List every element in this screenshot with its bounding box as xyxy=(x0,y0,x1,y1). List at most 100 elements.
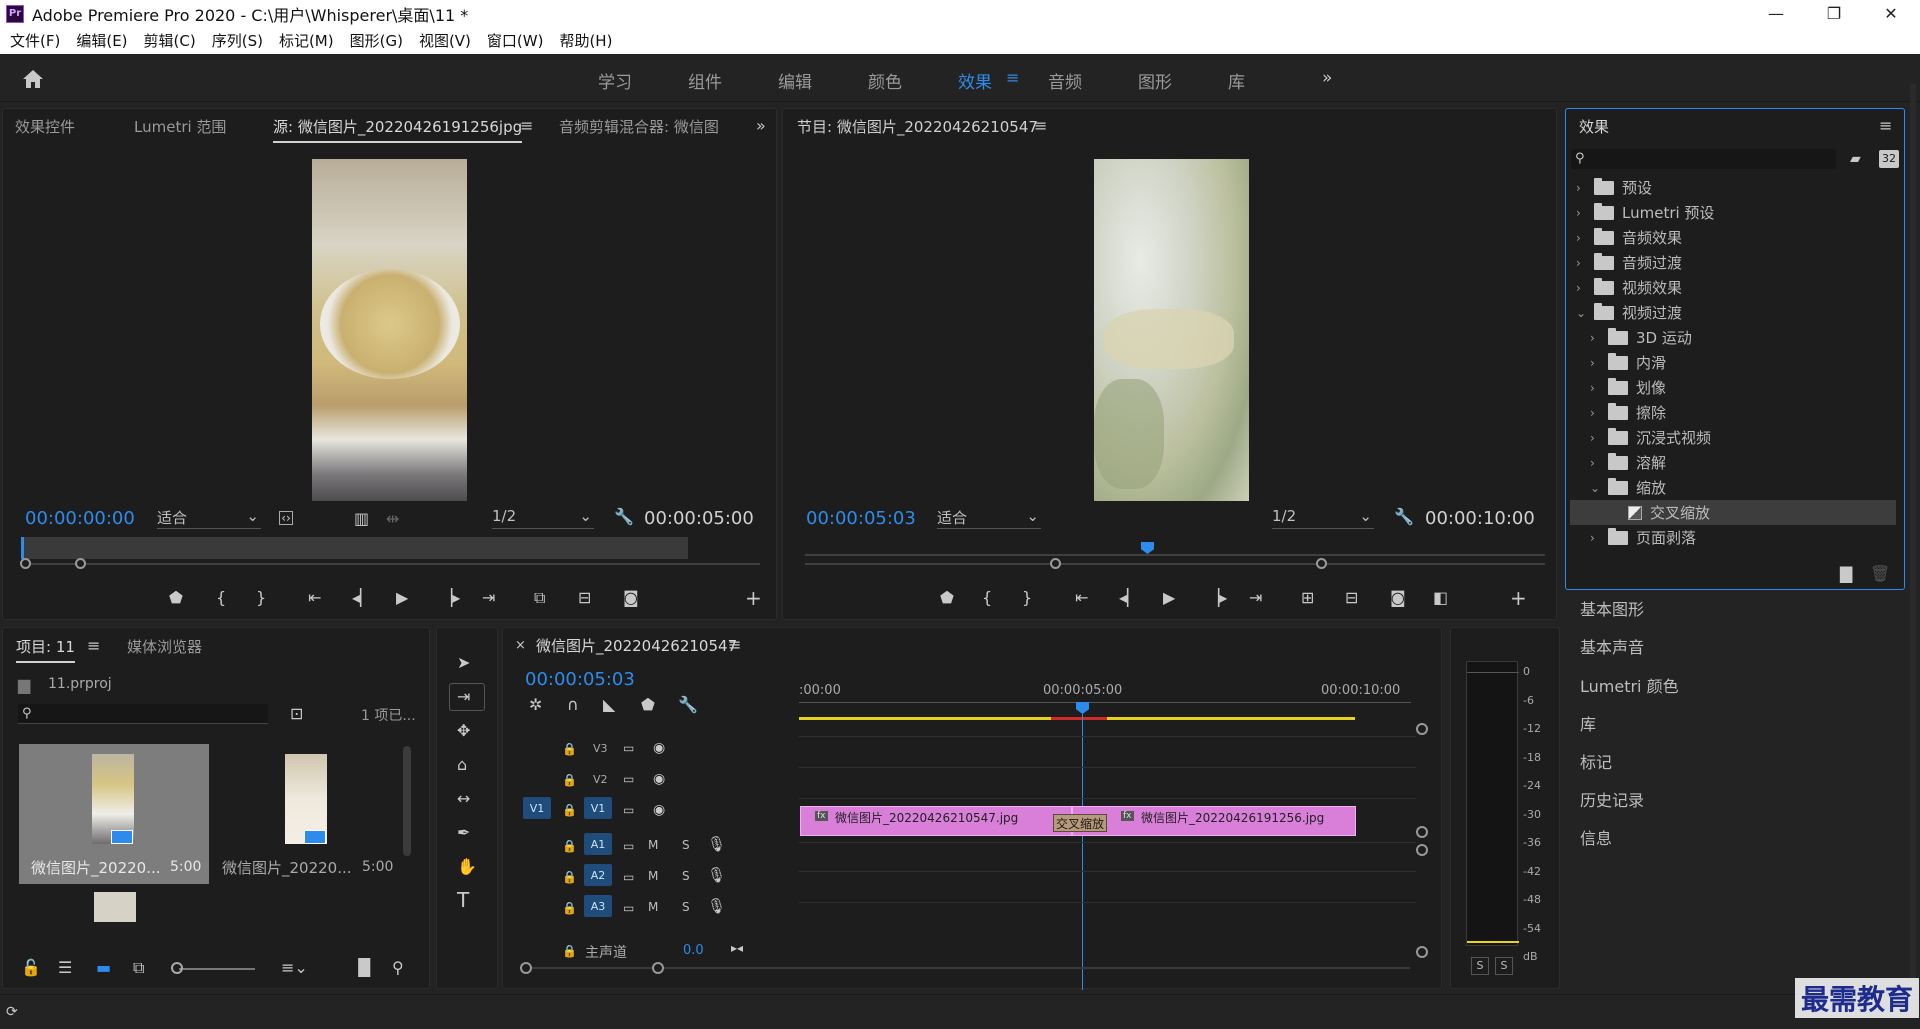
accelerated-effects-icon[interactable]: ▰ xyxy=(1850,151,1861,167)
program-fit-dropdown[interactable]: 适合 ⌄ xyxy=(937,507,1041,529)
sync-lock-icon[interactable]: ▭ xyxy=(623,838,634,854)
project-item-partial[interactable] xyxy=(19,886,209,922)
go-to-out-icon[interactable]: ⇥ xyxy=(482,590,495,606)
sync-lock-icon[interactable]: ▭ xyxy=(623,802,634,818)
menu-view[interactable]: 视图(V) xyxy=(419,30,471,51)
panel-menu-icon[interactable]: ≡ xyxy=(87,638,100,654)
go-to-in-icon[interactable]: ⇤ xyxy=(1075,590,1088,606)
vertical-scroll-handle[interactable] xyxy=(1416,844,1428,856)
program-current-timecode[interactable]: 00:00:05:03 xyxy=(806,508,916,529)
tab-audio-clip-mixer[interactable]: 音频剪辑混合器: 微信图 xyxy=(559,116,729,137)
tab-lumetri-scopes[interactable]: Lumetri 范围 xyxy=(134,116,226,137)
lock-icon[interactable]: 🔒 xyxy=(562,772,577,788)
vertical-scroll-handle[interactable] xyxy=(1416,946,1428,958)
microphone-icon[interactable]: 🎙 xyxy=(707,867,726,883)
export-icon[interactable]: ▥ xyxy=(354,511,369,527)
insert-clip-icon[interactable]: ⧉ xyxy=(534,590,545,606)
source-fit-dropdown[interactable]: 适合 ⌄ xyxy=(157,507,261,529)
camera-icon[interactable]: ◙ xyxy=(623,590,639,606)
effects-tree-item[interactable]: › 沉浸式视频 xyxy=(1570,425,1896,450)
workspace-overflow-icon[interactable]: » xyxy=(1322,68,1332,88)
play-icon[interactable]: ▶ xyxy=(1163,590,1175,606)
search-icon[interactable]: ⚲ xyxy=(392,960,404,976)
step-forward-icon[interactable]: ▕▸ xyxy=(1207,590,1227,606)
step-back-icon[interactable]: ◂▏ xyxy=(352,590,372,606)
timeline-playhead-head[interactable] xyxy=(1076,702,1089,714)
tab-project[interactable]: 项目: 11 xyxy=(16,636,75,663)
workspace-assembly[interactable]: 组件 xyxy=(688,68,722,93)
track-select-tool-icon[interactable]: ⇥ xyxy=(457,689,470,705)
program-time-ruler[interactable] xyxy=(805,554,1545,556)
window-scrollbar[interactable] xyxy=(1910,84,1916,984)
timeline-timecode[interactable]: 00:00:05:03 xyxy=(525,669,635,690)
solo-button[interactable]: S xyxy=(682,869,690,883)
extract-icon[interactable]: ⊟ xyxy=(1345,590,1358,606)
sync-lock-icon[interactable]: ▭ xyxy=(623,740,634,756)
mark-out-icon[interactable]: } xyxy=(256,590,266,606)
new-bin-icon[interactable]: ▇ xyxy=(1840,566,1852,582)
automate-to-sequence-icon[interactable]: ▐▌ xyxy=(352,960,377,976)
home-icon[interactable] xyxy=(21,68,45,90)
zoom-handle-left[interactable] xyxy=(20,558,31,569)
workspace-learning[interactable]: 学习 xyxy=(598,68,632,93)
effects-tree-item[interactable]: › 预设 xyxy=(1570,175,1896,200)
wrench-icon[interactable]: 🔧 xyxy=(678,697,698,713)
maximize-button[interactable]: ❐ xyxy=(1805,0,1863,27)
track-target-v1[interactable]: V1 xyxy=(584,797,612,819)
chevron-right-icon[interactable]: › xyxy=(1590,456,1608,470)
side-panel-essential-sound[interactable]: 基本声音 xyxy=(1580,634,1910,658)
lock-icon[interactable]: 🔒 xyxy=(562,943,577,959)
solo-button[interactable]: S xyxy=(682,838,690,852)
menu-sequence[interactable]: 序列(S) xyxy=(212,30,263,51)
add-marker-icon[interactable]: ⬟ xyxy=(940,590,954,606)
sync-lock-icon[interactable]: ▭ xyxy=(623,771,634,787)
track-target-a1[interactable]: A1 xyxy=(584,833,612,855)
ripple-edit-tool-icon[interactable]: ✥ xyxy=(457,723,470,739)
go-to-out-icon[interactable]: ⇥ xyxy=(1249,590,1262,606)
effects-tree-item[interactable]: › 内滑 xyxy=(1570,350,1896,375)
program-monitor-title[interactable]: 节目: 微信图片_20220426210547 xyxy=(797,116,1038,137)
source-zoom-bar[interactable] xyxy=(25,563,760,565)
project-item-selected[interactable]: 微信图片_20220... 5:00 xyxy=(19,744,209,884)
icon-view-icon[interactable]: ▬ xyxy=(96,960,111,976)
selection-tool-icon[interactable]: ➤ xyxy=(457,655,470,671)
chevron-right-icon[interactable]: › xyxy=(1576,181,1594,195)
workspace-effects[interactable]: 效果 xyxy=(958,68,992,93)
close-button[interactable]: ✕ xyxy=(1862,0,1920,27)
effects-tree-item[interactable]: › 擦除 xyxy=(1570,400,1896,425)
program-resolution-dropdown[interactable]: 1/2 ⌄ xyxy=(1272,507,1374,529)
effects-tree-item[interactable]: › 音频过渡 xyxy=(1570,250,1896,275)
lock-icon[interactable]: 🔒 xyxy=(562,802,577,818)
chevron-right-icon[interactable]: › xyxy=(1590,381,1608,395)
panel-menu-icon[interactable]: ≡ xyxy=(1034,118,1047,134)
solo-button[interactable]: S xyxy=(682,900,690,914)
effects-search-input[interactable]: ⚲ xyxy=(1571,149,1836,169)
vertical-scroll-handle[interactable] xyxy=(1416,826,1428,838)
list-view-icon[interactable]: ☰ xyxy=(58,960,72,976)
menu-file[interactable]: 文件(F) xyxy=(10,30,60,51)
sort-icon[interactable]: ≡⌄ xyxy=(281,960,308,976)
eye-icon[interactable]: ◉ xyxy=(653,740,665,756)
workspace-editing[interactable]: 编辑 xyxy=(778,68,812,93)
wrench-icon[interactable]: 🔧 xyxy=(1394,509,1414,525)
mute-button[interactable]: M xyxy=(648,869,658,883)
panel-overflow-icon[interactable]: » xyxy=(756,118,766,134)
mute-button[interactable]: M xyxy=(648,838,658,852)
step-back-icon[interactable]: ◂▏ xyxy=(1119,590,1139,606)
add-marker-icon[interactable]: ⬟ xyxy=(641,697,655,713)
side-panel-info[interactable]: 信息 xyxy=(1580,825,1910,849)
panel-menu-icon[interactable]: ≡ xyxy=(1879,118,1892,134)
snap-icon[interactable]: ∩ xyxy=(567,697,579,713)
panel-menu-icon[interactable]: ≡ xyxy=(728,637,741,653)
chevron-right-icon[interactable]: › xyxy=(1576,206,1594,220)
eye-icon[interactable]: ◉ xyxy=(653,802,665,818)
track-target-a3[interactable]: A3 xyxy=(584,895,612,917)
menu-help[interactable]: 帮助(H) xyxy=(559,30,612,51)
source-patch-v1[interactable]: V1 xyxy=(523,797,551,819)
menu-marker[interactable]: 标记(M) xyxy=(279,30,334,51)
lock-icon[interactable]: 🔒 xyxy=(562,900,577,916)
chevron-down-icon[interactable]: ⌄ xyxy=(1590,481,1608,495)
chevron-right-icon[interactable]: › xyxy=(1576,231,1594,245)
mute-button[interactable]: M xyxy=(648,900,658,914)
tab-effect-controls[interactable]: 效果控件 xyxy=(15,116,75,137)
